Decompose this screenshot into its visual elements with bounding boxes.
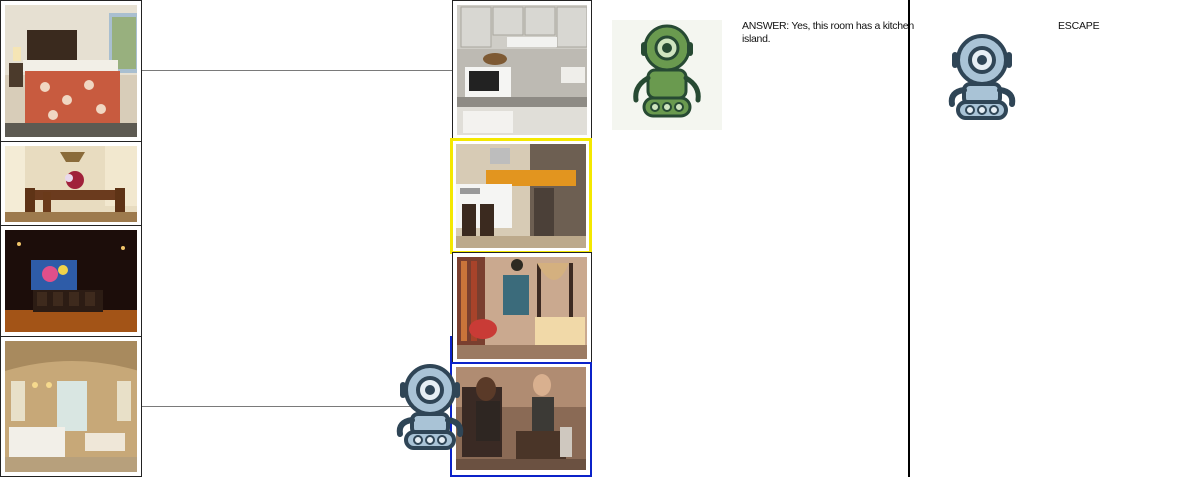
image-card-people-in-room[interactable] (450, 362, 592, 477)
image-card-bathroom[interactable] (0, 336, 142, 477)
link-line-1 (142, 70, 452, 71)
blue-robot-icon (944, 30, 1020, 127)
image-card-hotel-bedroom[interactable] (0, 0, 142, 142)
image-card-kitchen-island[interactable] (450, 138, 592, 254)
image-card-bedroom-canopy[interactable] (452, 252, 592, 364)
blue-robot-cursor-icon (392, 360, 468, 457)
home-theater-image (5, 230, 137, 332)
dining-room-image (5, 146, 137, 222)
stage: ANSWER: Yes, this room has a kitchen isl… (0, 0, 1204, 477)
answer-text: ANSWER: Yes, this room has a kitchen isl… (742, 20, 914, 45)
hotel-bedroom-image (5, 5, 137, 137)
image-card-kitchen[interactable] (452, 0, 592, 140)
answer-robot-tile (612, 20, 722, 130)
bathroom-image (5, 341, 137, 472)
panel-divider (908, 0, 910, 477)
image-card-home-theater[interactable] (0, 225, 142, 337)
bedroom-canopy-image (457, 257, 587, 359)
escape-label[interactable]: ESCAPE (1058, 20, 1100, 32)
image-card-dining-room[interactable] (0, 141, 142, 227)
kitchen-island-image (456, 144, 586, 248)
kitchen-image (457, 5, 587, 135)
green-robot-icon (612, 20, 722, 130)
people-in-room-image (456, 367, 586, 470)
